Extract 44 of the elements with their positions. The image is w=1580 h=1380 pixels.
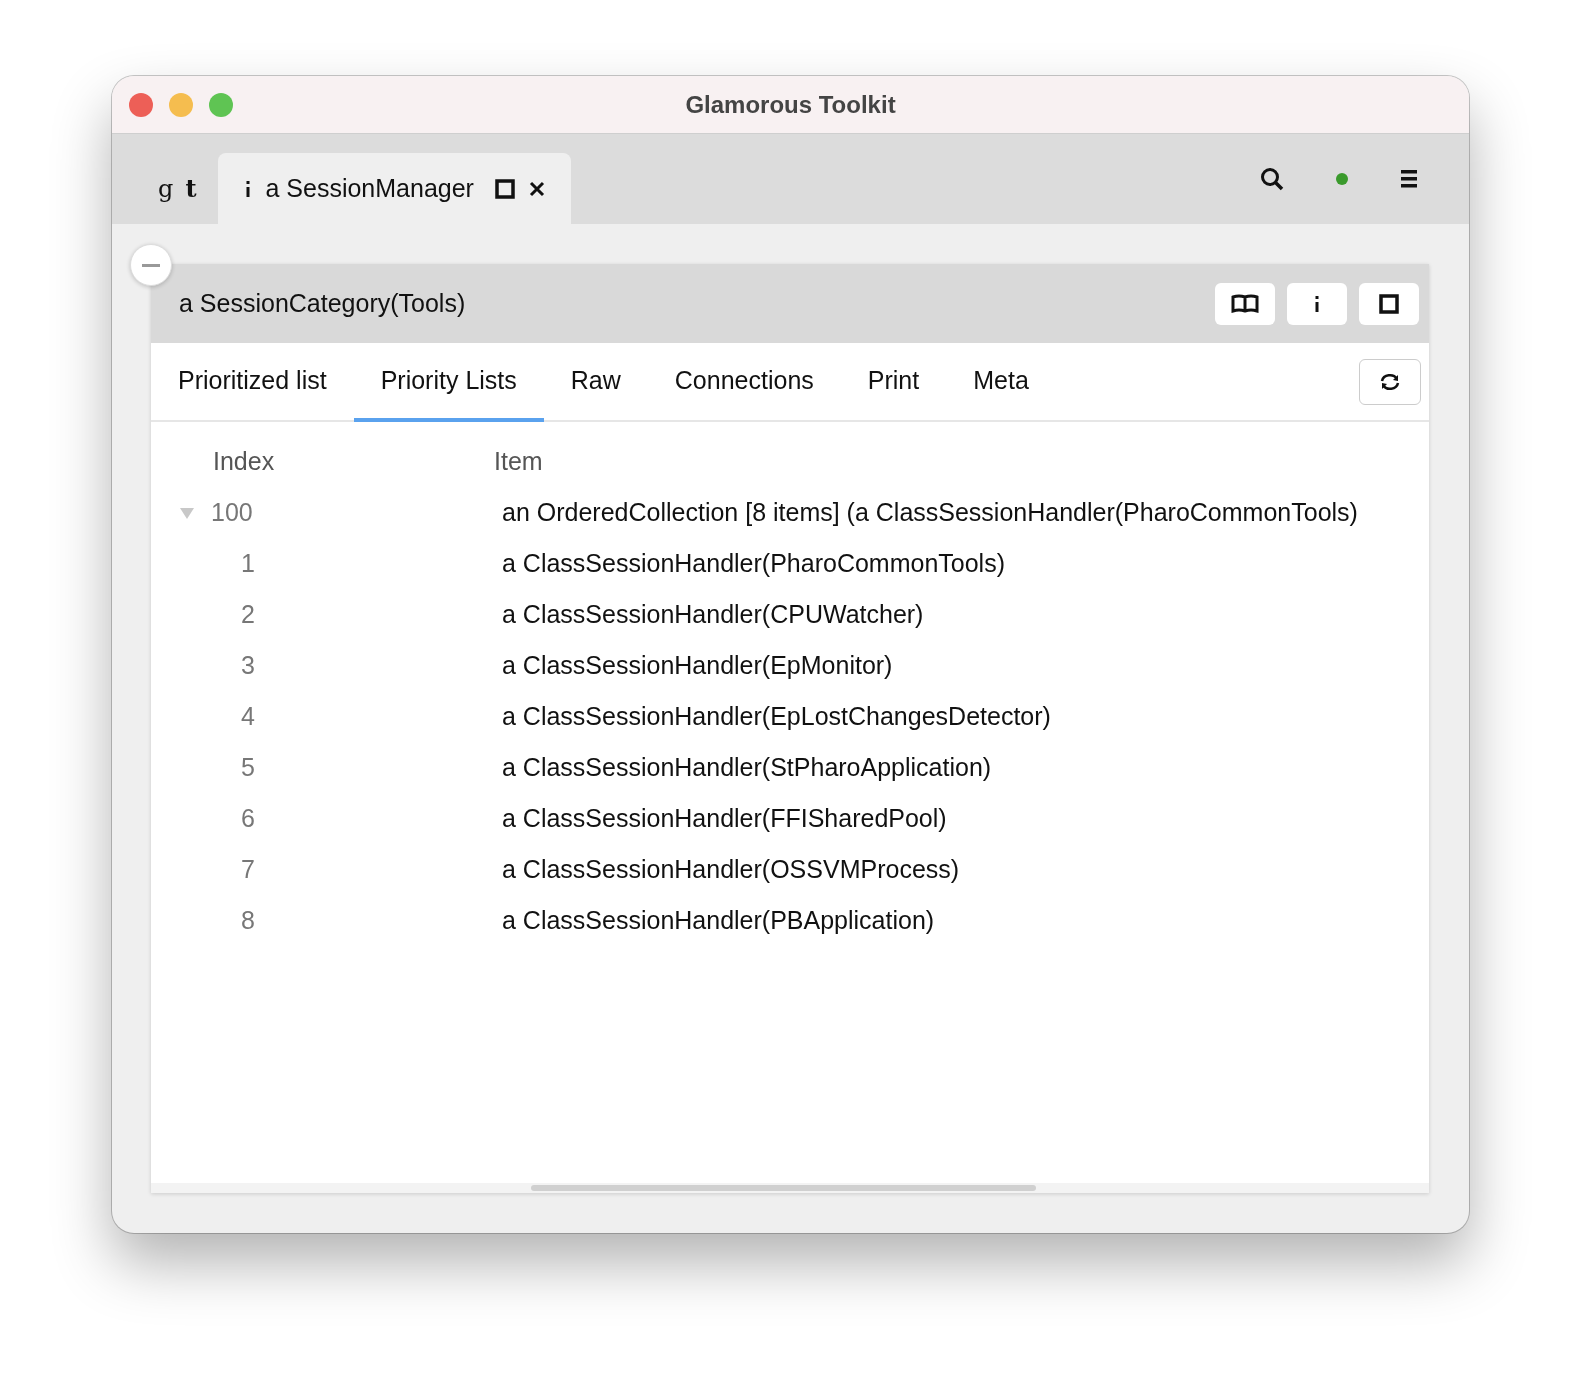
index-cell: 3 [241, 651, 255, 680]
item-cell[interactable]: a ClassSessionHandler(StPharoApplication) [494, 753, 992, 782]
index-cell: 4 [241, 702, 255, 731]
window-title: Glamorous Toolkit [685, 90, 896, 119]
item-cell[interactable]: a ClassSessionHandler(EpMonitor) [494, 651, 893, 680]
tab-label: a SessionManager [265, 174, 474, 203]
index-cell: 1 [241, 549, 255, 578]
collapse-button[interactable] [130, 244, 172, 286]
search-icon[interactable] [1259, 166, 1285, 192]
view-tab[interactable]: Meta [946, 343, 1056, 422]
item-cell[interactable]: a ClassSessionHandler(FFISharedPool) [494, 804, 947, 833]
refresh-button[interactable] [1359, 358, 1421, 405]
maximize-icon [1378, 292, 1400, 315]
item-cell[interactable]: a ClassSessionHandler(PBApplication) [494, 906, 935, 935]
book-button[interactable] [1215, 282, 1275, 325]
column-header: Index [212, 447, 276, 476]
maximize-icon[interactable] [493, 177, 516, 200]
refresh-icon [1378, 371, 1402, 392]
index-cell: 6 [241, 804, 255, 833]
column-header: Item [494, 447, 543, 476]
index-cell: 2 [241, 600, 255, 629]
status-dot-icon [1335, 172, 1349, 186]
view-tab[interactable]: Raw [543, 343, 648, 422]
item-cell[interactable]: a ClassSessionHandler(PharoCommonTools) [494, 549, 1005, 578]
inspector-tab[interactable]: a SessionManager [218, 153, 571, 224]
index-cell: 5 [241, 753, 255, 782]
view-tab[interactable]: Priority Lists [353, 343, 544, 422]
book-icon [1231, 293, 1259, 314]
close-button[interactable] [129, 92, 153, 117]
view-tab[interactable]: Connections [647, 343, 841, 422]
view-tab[interactable]: Print [840, 343, 947, 422]
item-cell[interactable]: an OrderedCollection [8 items] (a ClassSessionHandler(PharoCommonTools) [494, 498, 1358, 527]
index-cell: 100 [211, 498, 253, 527]
item-cell[interactable]: a ClassSessionHandler(OSSVMProcess) [494, 855, 960, 884]
close-icon[interactable] [527, 179, 546, 198]
index-cell: 8 [241, 906, 255, 935]
item-cell[interactable]: a ClassSessionHandler(EpLostChangesDetector) [494, 702, 1051, 731]
maximize-button[interactable] [1359, 282, 1419, 325]
index-cell: 7 [241, 855, 255, 884]
menu-icon[interactable] [1399, 168, 1419, 190]
view-tab[interactable]: Prioritized list [151, 343, 354, 422]
panel-title: a SessionCategory(Tools) [179, 289, 466, 318]
scrollbar-thumb[interactable] [531, 1185, 1036, 1191]
item-cell[interactable]: a ClassSessionHandler(CPUWatcher) [494, 600, 924, 629]
